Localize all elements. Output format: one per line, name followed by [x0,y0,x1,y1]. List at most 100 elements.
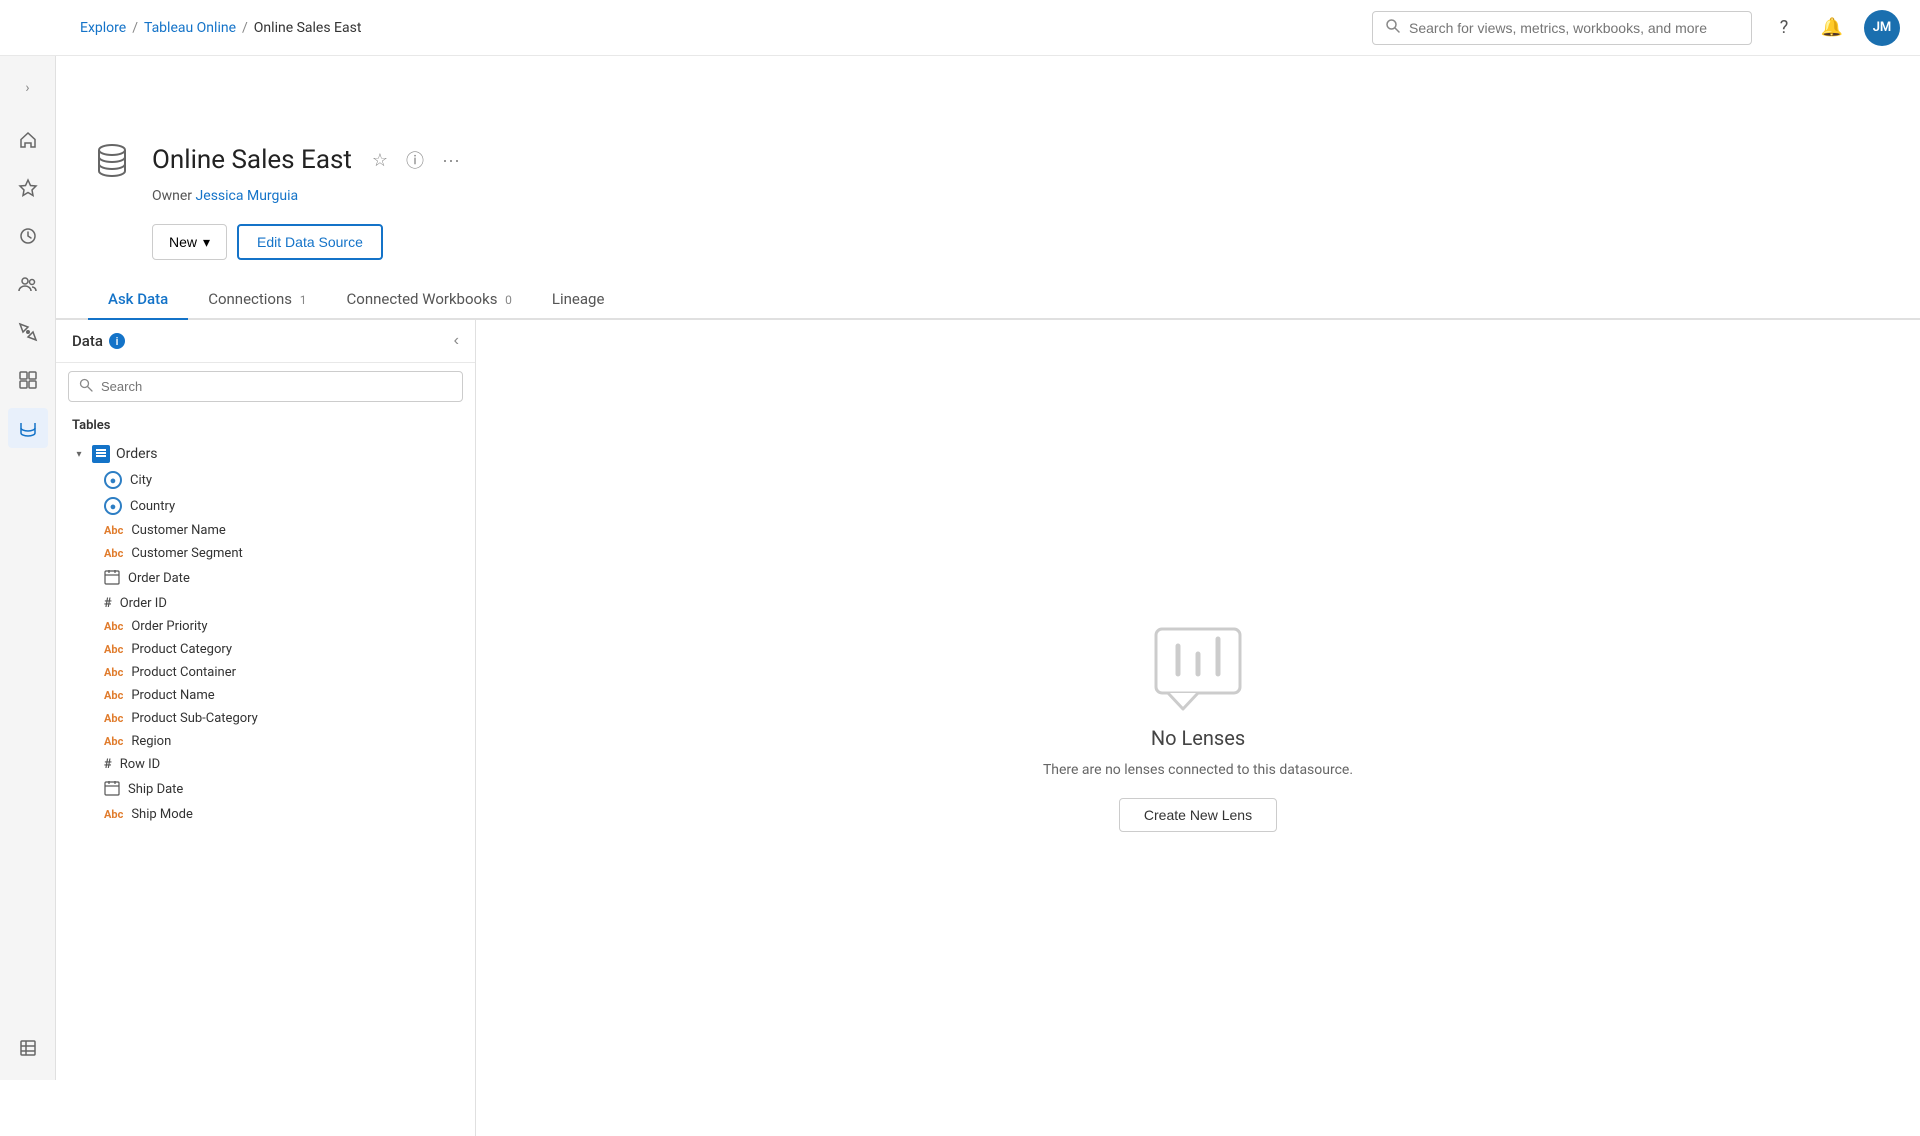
content-area: Data i ‹ Tables ▾ Order [56,320,1920,1136]
sidebar-item-analytics[interactable] [8,360,48,400]
field-name: Order ID [120,596,167,611]
field-order-id[interactable]: # Order ID [72,592,459,615]
datasource-icon [88,136,136,184]
breadcrumb-tableau-online[interactable]: Tableau Online [144,20,236,36]
abc-type-icon: Abc [104,643,123,656]
abc-type-icon: Abc [104,666,123,679]
abc-type-icon: Abc [104,689,123,702]
datasource-title-actions: ☆ ⓘ ··· [368,145,464,175]
num-type-icon: # [104,757,112,772]
tab-connections[interactable]: Connections 1 [188,280,326,320]
field-order-date[interactable]: Order Date [72,565,459,592]
sidebar-item-favorites[interactable] [8,168,48,208]
no-lenses-icon [1148,624,1248,714]
top-navigation: Explore / Tableau Online / Online Sales … [0,0,1920,56]
tab-ask-data[interactable]: Ask Data [88,280,188,320]
right-content: No Lenses There are no lenses connected … [476,320,1920,1136]
sidebar-item-home[interactable] [8,120,48,160]
sidebar-item-catalog[interactable] [8,1028,48,1068]
action-buttons: New ▾ Edit Data Source [152,224,1888,260]
info-button[interactable]: ⓘ [402,145,428,175]
more-options-button[interactable]: ··· [438,148,464,173]
collapse-panel-button[interactable]: ‹ [454,332,459,350]
no-lenses-title: No Lenses [1151,726,1245,750]
field-product-name[interactable]: Abc Product Name [72,684,459,707]
geo-type-icon: ● [104,471,122,489]
field-name: City [130,473,152,488]
table-icon [92,445,110,463]
geo-type-icon: ● [104,497,122,515]
datasource-title-row: Online Sales East ☆ ⓘ ··· [88,136,1888,184]
datasource-title: Online Sales East [152,145,352,175]
field-customer-name[interactable]: Abc Customer Name [72,519,459,542]
data-panel-title: Data i [72,332,125,350]
abc-type-icon: Abc [104,735,123,748]
sidebar-expand-button[interactable]: › [8,68,48,108]
edit-data-source-button[interactable]: Edit Data Source [237,224,383,260]
favorite-button[interactable]: ☆ [368,148,392,173]
field-product-category[interactable]: Abc Product Category [72,638,459,661]
owner-link[interactable]: Jessica Murguia [196,188,299,204]
tabs: Ask Data Connections 1 Connected Workboo… [56,280,1920,320]
help-button[interactable]: ? [1768,12,1800,44]
tab-lineage[interactable]: Lineage [532,280,625,320]
sidebar-item-recents[interactable] [8,216,48,256]
field-name: Product Sub-Category [131,711,258,726]
dropdown-arrow-icon: ▾ [203,234,210,251]
sidebar-item-data[interactable] [8,408,48,448]
field-name: Region [131,734,171,749]
field-product-sub-category[interactable]: Abc Product Sub-Category [72,707,459,730]
data-search[interactable] [68,371,463,402]
sidebar-item-groups[interactable] [8,264,48,304]
field-name: Product Name [131,688,214,703]
abc-type-icon: Abc [104,712,123,725]
field-name: Country [130,499,175,514]
breadcrumb-explore[interactable]: Explore [80,20,126,36]
field-ship-date[interactable]: Ship Date [72,776,459,803]
sidebar-item-explore[interactable] [8,312,48,352]
abc-type-icon: Abc [104,620,123,633]
field-city[interactable]: ● City [72,467,459,493]
abc-type-icon: Abc [104,808,123,821]
field-region[interactable]: Abc Region [72,730,459,753]
breadcrumb-current: Online Sales East [254,20,362,36]
field-name: Ship Date [128,782,183,797]
table-orders-row[interactable]: ▾ Orders [72,441,459,467]
global-search[interactable] [1372,11,1752,45]
notifications-button[interactable]: 🔔 [1816,12,1848,44]
field-country[interactable]: ● Country [72,493,459,519]
field-name: Customer Segment [131,546,242,561]
abc-type-icon: Abc [104,547,123,560]
field-name: Product Container [131,665,236,680]
new-button[interactable]: New ▾ [152,224,227,260]
create-new-lens-button[interactable]: Create New Lens [1119,798,1277,832]
data-info-badge: i [109,333,125,349]
data-panel: Data i ‹ Tables ▾ Order [56,320,476,1136]
main-content: Online Sales East ☆ ⓘ ··· Owner Jessica … [56,112,1920,1136]
tables-label: Tables [72,418,459,433]
tab-connected-workbooks[interactable]: Connected Workbooks 0 [327,280,532,320]
datasource-owner: Owner Jessica Murguia [152,188,1888,204]
data-search-icon [79,377,93,396]
no-lenses-description: There are no lenses connected to this da… [1043,762,1353,778]
field-order-priority[interactable]: Abc Order Priority [72,615,459,638]
sidebar: › [0,56,56,1080]
table-name: Orders [116,446,158,462]
page-header: Online Sales East ☆ ⓘ ··· Owner Jessica … [56,112,1920,280]
global-search-input[interactable] [1409,20,1739,36]
tree-expand-icon: ▾ [72,447,86,461]
user-avatar[interactable]: JM [1864,10,1900,46]
field-name: Customer Name [131,523,225,538]
tables-section: Tables ▾ Orders ● City ● Country [56,410,475,1136]
data-panel-header: Data i ‹ [56,320,475,363]
field-product-container[interactable]: Abc Product Container [72,661,459,684]
data-search-input[interactable] [101,379,452,394]
num-type-icon: # [104,596,112,611]
date-type-icon [104,569,120,588]
field-customer-segment[interactable]: Abc Customer Segment [72,542,459,565]
breadcrumb: Explore / Tableau Online / Online Sales … [80,20,361,36]
field-ship-mode[interactable]: Abc Ship Mode [72,803,459,826]
field-row-id[interactable]: # Row ID [72,753,459,776]
field-name: Product Category [131,642,232,657]
no-lenses-panel: No Lenses There are no lenses connected … [1043,624,1353,832]
